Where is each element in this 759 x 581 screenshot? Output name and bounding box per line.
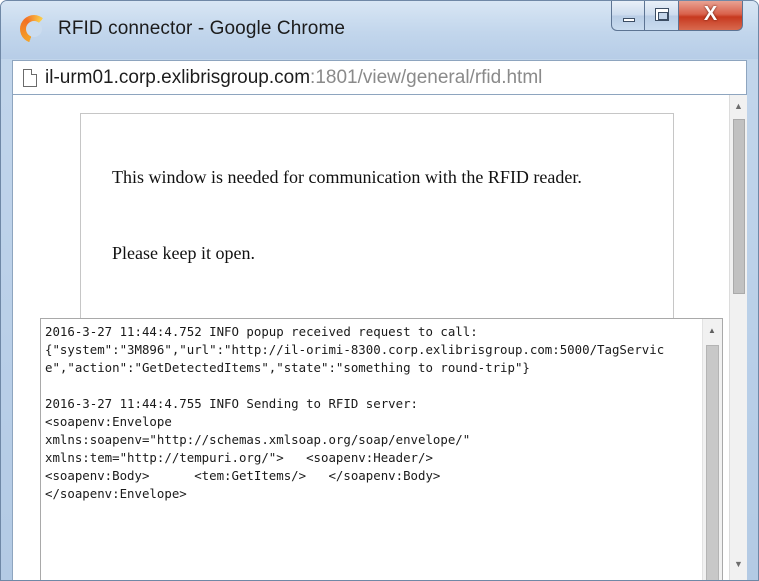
title-bar[interactable]: RFID connector - Google Chrome X [1,1,758,59]
url-path: :1801/view/general/rfid.html [310,67,543,88]
notice-message: This window is needed for communication … [112,167,582,187]
minimize-icon [623,18,635,22]
page-icon [23,69,37,87]
log-scrollbar[interactable]: ▲ [702,319,722,580]
maximize-button[interactable] [645,1,679,31]
page-scrollbar[interactable]: ▲ ▼ [729,95,747,580]
page-content: This window is needed for communication … [13,95,730,580]
chrome-icon [20,15,48,43]
address-bar[interactable]: il-urm01.corp.exlibrisgroup.com:1801/vie… [12,60,747,95]
window-title: RFID connector - Google Chrome [58,18,346,39]
url-host: il-urm01.corp.exlibrisgroup.com [45,67,311,88]
page-viewport: This window is needed for communication … [12,95,747,580]
maximize-icon [655,8,669,21]
log-scroll-thumb[interactable] [706,345,719,580]
log-text: 2016-3-27 11:44:4.752 INFO popup receive… [45,324,665,501]
close-icon: X [703,3,718,25]
url-text: il-urm01.corp.exlibrisgroup.com:1801/vie… [45,67,542,89]
log-textarea[interactable]: 2016-3-27 11:44:4.752 INFO popup receive… [40,318,723,580]
browser-window: RFID connector - Google Chrome X il-urm0… [0,0,759,581]
caption-buttons: X [611,1,743,33]
page-scroll-down-icon[interactable]: ▼ [734,559,743,569]
page-scroll-up-icon[interactable]: ▲ [734,101,743,111]
close-button[interactable]: X [679,1,743,31]
log-scroll-up-icon[interactable]: ▲ [708,326,716,335]
notice-box: This window is needed for communication … [80,113,674,333]
page-scroll-thumb[interactable] [733,119,745,294]
keep-open-message: Please keep it open. [112,243,255,263]
minimize-button[interactable] [611,1,645,31]
